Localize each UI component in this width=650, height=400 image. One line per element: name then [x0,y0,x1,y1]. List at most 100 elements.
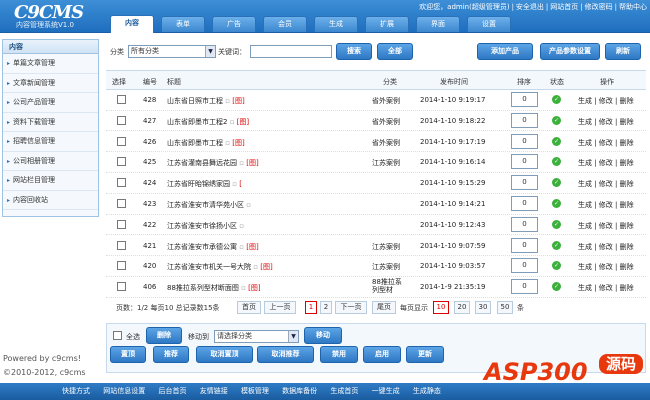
status-ok-icon[interactable]: ✓ [552,178,561,188]
row-checkbox[interactable] [117,95,126,104]
row-ops[interactable]: 生成 | 修改 | 删除 [578,117,634,127]
disable-button[interactable]: 禁用 [320,346,358,363]
sort-input[interactable]: 0 [511,112,538,128]
status-ok-icon[interactable]: ✓ [552,261,561,271]
status-ok-icon[interactable]: ✓ [552,136,561,146]
footer-gen-home-link[interactable]: 生成首页 [330,387,358,395]
cancel-recommend-button[interactable]: 取消推荐 [257,346,314,363]
add-product-button[interactable]: 添加产品 [477,43,533,60]
set-top-button[interactable]: 置顶 [110,346,146,363]
help-link[interactable]: 帮助中心 [619,3,647,11]
row-title[interactable]: 山东省即墨市工程2 ▫ [图] [167,117,249,127]
row-title[interactable]: 江苏省淮安市承德公寓 ▫ [图] [167,242,259,252]
row-ops[interactable]: 生成 | 修改 | 删除 [578,158,634,168]
sort-input[interactable]: 0 [511,258,538,274]
row-ops[interactable]: 生成 | 修改 | 删除 [578,262,634,272]
row-ops[interactable]: 生成 | 修改 | 删除 [578,242,634,252]
sidebar-item-news[interactable]: ▸ 文章新闻管理 [3,74,98,93]
all-button[interactable]: 全部 [377,43,413,60]
row-ops[interactable]: 生成 | 修改 | 删除 [578,138,634,148]
footer-gen-static-link[interactable]: 生成静态 [413,387,441,395]
last-page-button[interactable]: 尾页 [372,301,396,314]
footer-templates-link[interactable]: 模板管理 [241,387,269,395]
keyword-input[interactable] [250,45,332,58]
row-checkbox[interactable] [117,240,126,250]
row-title[interactable]: 江苏省淮安市机关一号大院 ▫ [图] [167,262,273,272]
row-checkbox[interactable] [117,282,126,292]
next-page-button[interactable]: 下一页 [335,301,367,314]
move-button[interactable]: 移动 [304,327,342,344]
sidebar-item-products[interactable]: ▸ 公司产品管理 [3,93,98,113]
row-title[interactable]: 江苏省淮安市清华苑小区 ▫ [167,200,251,210]
per-page-10[interactable]: 10 [433,301,449,314]
sort-input[interactable]: 0 [511,92,538,107]
tab-content[interactable]: 内容 [110,15,154,33]
row-ops[interactable]: 生成 | 修改 | 删除 [578,283,634,293]
sidebar-item-columns[interactable]: ▸ 网站栏目管理 [3,171,98,191]
row-ops[interactable]: 生成 | 修改 | 删除 [578,200,634,210]
row-ops[interactable]: 生成 | 修改 | 删除 [578,179,634,189]
row-title[interactable]: 江苏省盱眙锦绣家园 ▫ [ [167,179,242,189]
row-checkbox[interactable] [117,115,126,125]
tab-generate[interactable]: 生成 [314,16,358,32]
row-checkbox[interactable] [117,157,126,167]
row-ops[interactable]: 生成 | 修改 | 删除 [578,96,634,106]
select-all-checkbox[interactable] [113,331,122,340]
status-ok-icon[interactable]: ✓ [552,157,561,167]
tab-interface[interactable]: 界面 [416,16,460,32]
sidebar-item-downloads[interactable]: ▸ 资料下载管理 [3,113,98,132]
status-ok-icon[interactable]: ✓ [552,240,561,250]
status-ok-icon[interactable]: ✓ [552,199,561,208]
sort-input[interactable]: 0 [511,279,538,295]
status-ok-icon[interactable]: ✓ [552,282,561,292]
search-button[interactable]: 搜索 [336,43,372,60]
sidebar-item-albums[interactable]: ▸ 公司相册管理 [3,152,98,171]
row-ops[interactable]: 生成 | 修改 | 删除 [578,221,634,231]
footer-one-click-link[interactable]: 一键生成 [372,387,400,395]
site-home-link[interactable]: 网站首页 [550,3,578,11]
cancel-top-button[interactable]: 取消置顶 [196,346,253,363]
enable-button[interactable]: 启用 [363,346,401,363]
page-1-link[interactable]: 1 [305,301,317,314]
per-page-30[interactable]: 30 [475,301,491,314]
sort-input[interactable]: 0 [511,133,538,149]
row-title[interactable]: 江苏省灌南县舞远花园 ▫ [图] [167,158,259,168]
first-page-button[interactable]: 首页 [237,301,261,314]
prev-page-button[interactable]: 上一页 [264,301,296,314]
sort-input[interactable]: 0 [511,237,538,253]
update-button[interactable]: 更新 [406,346,444,363]
footer-backup-link[interactable]: 数据库备份 [282,387,317,395]
status-ok-icon[interactable]: ✓ [552,95,561,104]
move-category-select[interactable]: 请选择分类 ▼ [214,330,299,343]
footer-admin-home-link[interactable]: 后台首页 [158,387,186,395]
sidebar-item-recycle[interactable]: ▸ 内容回收站 [3,191,98,210]
page-2-link[interactable]: 2 [320,301,332,314]
row-checkbox[interactable] [117,219,126,229]
product-params-button[interactable]: 产品参数设置 [540,43,600,60]
logout-link[interactable]: 安全退出 [516,3,544,11]
row-title[interactable]: 山东省即墨市工程 ▫ [图] [167,138,245,148]
row-checkbox[interactable] [117,136,126,146]
status-ok-icon[interactable]: ✓ [552,115,561,125]
row-checkbox[interactable] [117,261,126,271]
refresh-button[interactable]: 刷新 [605,43,641,60]
footer-friend-links-link[interactable]: 友情链接 [200,387,228,395]
status-ok-icon[interactable]: ✓ [552,219,561,229]
footer-site-info-link[interactable]: 网站信息设置 [103,387,145,395]
sidebar-item-jobs[interactable]: ▸ 招聘信息管理 [3,132,98,152]
tab-members[interactable]: 会员 [263,16,307,32]
row-checkbox[interactable] [117,178,126,188]
change-password-link[interactable]: 修改密码 [585,3,613,11]
per-page-50[interactable]: 50 [497,301,513,314]
sort-input[interactable]: 0 [511,175,538,191]
recommend-button[interactable]: 推荐 [153,346,189,363]
sort-input[interactable]: 0 [511,196,538,211]
row-title[interactable]: 江苏省淮安市徐扬小区 ▫ [167,221,244,231]
delete-button[interactable]: 删除 [146,327,182,344]
tab-settings[interactable]: 设置 [467,16,511,32]
row-checkbox[interactable] [117,199,126,208]
tab-extend[interactable]: 扩展 [365,16,409,32]
per-page-20[interactable]: 20 [454,301,470,314]
sidebar-item-single-article[interactable]: ▸ 单篇文章管理 [3,54,98,74]
sort-input[interactable]: 0 [511,154,538,170]
